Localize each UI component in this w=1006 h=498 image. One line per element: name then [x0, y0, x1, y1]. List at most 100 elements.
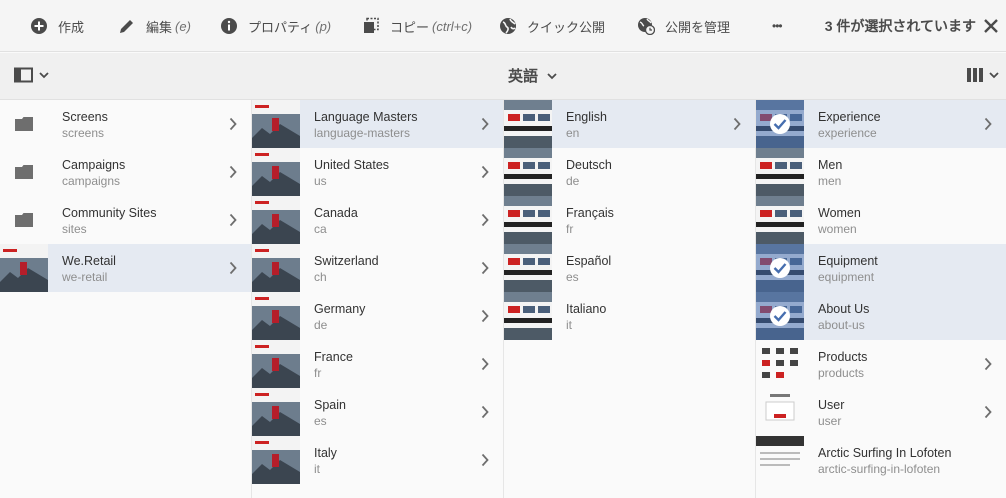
chevron-right-icon	[733, 117, 741, 131]
item-name: en	[566, 126, 580, 140]
list-item[interactable]: Deutsch de	[504, 148, 755, 196]
item-name: ca	[314, 222, 327, 236]
copy-icon	[362, 17, 380, 35]
site-thumbnail	[252, 100, 300, 148]
close-selection-button[interactable]	[982, 17, 1000, 35]
list-item[interactable]: Arctic Surfing In Lofoten arctic-surfing…	[756, 436, 1006, 484]
item-name: women	[818, 222, 857, 236]
item-name: sites	[62, 222, 87, 236]
rail-icon	[14, 67, 33, 83]
action-bar: 作成 編集 (e) プロパティ (p) コピー (ctrl+c) クイック公開 …	[0, 0, 1006, 52]
site-thumbnail	[252, 292, 300, 340]
list-item[interactable]: Equipment equipment	[756, 244, 1006, 292]
manage-publication-button[interactable]: 公開を管理	[637, 0, 730, 52]
chevron-right-icon	[984, 405, 992, 419]
chevron-down-icon	[547, 72, 557, 79]
checkmark-icon[interactable]	[770, 258, 790, 278]
list-item[interactable]: We.Retail we-retail	[0, 244, 251, 292]
item-title: Italy	[314, 446, 337, 460]
properties-shortcut: (p)	[315, 18, 332, 34]
list-item[interactable]: Screens screens	[0, 100, 251, 148]
list-item[interactable]: Products products	[756, 340, 1006, 388]
edit-shortcut: (e)	[175, 18, 191, 34]
item-title: About Us	[818, 302, 870, 316]
chevron-right-icon	[481, 213, 489, 227]
list-item[interactable]: Experience experience	[756, 100, 1006, 148]
list-item[interactable]: France fr	[252, 340, 503, 388]
site-thumbnail	[252, 436, 300, 484]
rail-toggle-button[interactable]	[14, 67, 50, 83]
create-button[interactable]: 作成	[30, 0, 84, 52]
page-thumbnail	[504, 196, 552, 244]
quick-publish-button[interactable]: クイック公開	[499, 0, 605, 52]
item-title: Arctic Surfing In Lofoten	[818, 446, 952, 460]
copy-label: コピー	[390, 19, 430, 35]
item-name: es	[566, 270, 579, 284]
list-item[interactable]: Français fr	[504, 196, 755, 244]
chevron-right-icon	[229, 261, 237, 275]
item-title: Products	[818, 350, 868, 364]
edit-button[interactable]: 編集 (e)	[118, 0, 191, 52]
checkmark-icon[interactable]	[770, 306, 790, 326]
add-circle-icon	[30, 17, 48, 35]
close-icon	[984, 19, 998, 33]
checkmark-icon[interactable]	[770, 114, 790, 134]
manage-publication-label: 公開を管理	[665, 19, 731, 35]
edit-label: 編集	[146, 19, 173, 35]
item-title: Switzerland	[314, 254, 379, 268]
view-switcher[interactable]	[966, 67, 1000, 83]
item-title: United States	[314, 158, 390, 172]
list-item[interactable]: Switzerland ch	[252, 244, 503, 292]
list-item[interactable]: Women women	[756, 196, 1006, 244]
folder-icon	[15, 213, 33, 227]
item-name: us	[314, 174, 327, 188]
list-item[interactable]: Germany de	[252, 292, 503, 340]
list-item[interactable]: Italy it	[252, 436, 503, 484]
globe-clock-icon	[637, 17, 655, 35]
list-item[interactable]: Canada ca	[252, 196, 503, 244]
list-item[interactable]: Italiano it	[504, 292, 755, 340]
list-item[interactable]: Community Sites sites	[0, 196, 251, 244]
item-title: Italiano	[566, 302, 607, 316]
chevron-right-icon	[481, 261, 489, 275]
item-name: es	[314, 414, 327, 428]
list-item[interactable]: Men men	[756, 148, 1006, 196]
pencil-icon	[118, 17, 136, 35]
column-view-icon	[967, 68, 983, 82]
chevron-down-icon	[989, 72, 999, 79]
properties-button[interactable]: プロパティ (p)	[220, 0, 331, 52]
column-we-retail: Language Masters language-masters United…	[252, 100, 504, 498]
item-name: it	[566, 318, 572, 332]
more-icon: •••	[772, 19, 783, 33]
item-title: Language Masters	[314, 110, 418, 124]
language-selector[interactable]: 英語	[508, 65, 558, 86]
sub-toolbar: 英語	[0, 53, 1006, 100]
list-item[interactable]: Language Masters language-masters	[252, 100, 503, 148]
list-item[interactable]: English en	[504, 100, 755, 148]
item-name: de	[314, 318, 328, 332]
more-button[interactable]: •••	[772, 0, 783, 52]
list-item[interactable]: United States us	[252, 148, 503, 196]
site-thumbnail	[252, 244, 300, 292]
item-name: about-us	[818, 318, 865, 332]
list-item[interactable]: Campaigns campaigns	[0, 148, 251, 196]
item-title: Community Sites	[62, 206, 157, 220]
item-title: Canada	[314, 206, 358, 220]
item-name: we-retail	[62, 270, 108, 284]
chevron-right-icon	[481, 117, 489, 131]
item-title: User	[818, 398, 845, 412]
folder-icon	[15, 165, 33, 179]
list-item[interactable]: Español es	[504, 244, 755, 292]
language-label: 英語	[508, 68, 539, 85]
selection-count: 3 件が選択されています	[824, 18, 976, 34]
list-item[interactable]: Spain es	[252, 388, 503, 436]
item-name: fr	[314, 366, 322, 380]
page-thumbnail	[504, 148, 552, 196]
list-item[interactable]: User user	[756, 388, 1006, 436]
item-title: Spain	[314, 398, 346, 412]
chevron-right-icon	[229, 165, 237, 179]
copy-button[interactable]: コピー (ctrl+c)	[362, 0, 472, 52]
list-item[interactable]: About Us about-us	[756, 292, 1006, 340]
item-title: Women	[818, 206, 861, 220]
quick-publish-label: クイック公開	[527, 19, 606, 35]
